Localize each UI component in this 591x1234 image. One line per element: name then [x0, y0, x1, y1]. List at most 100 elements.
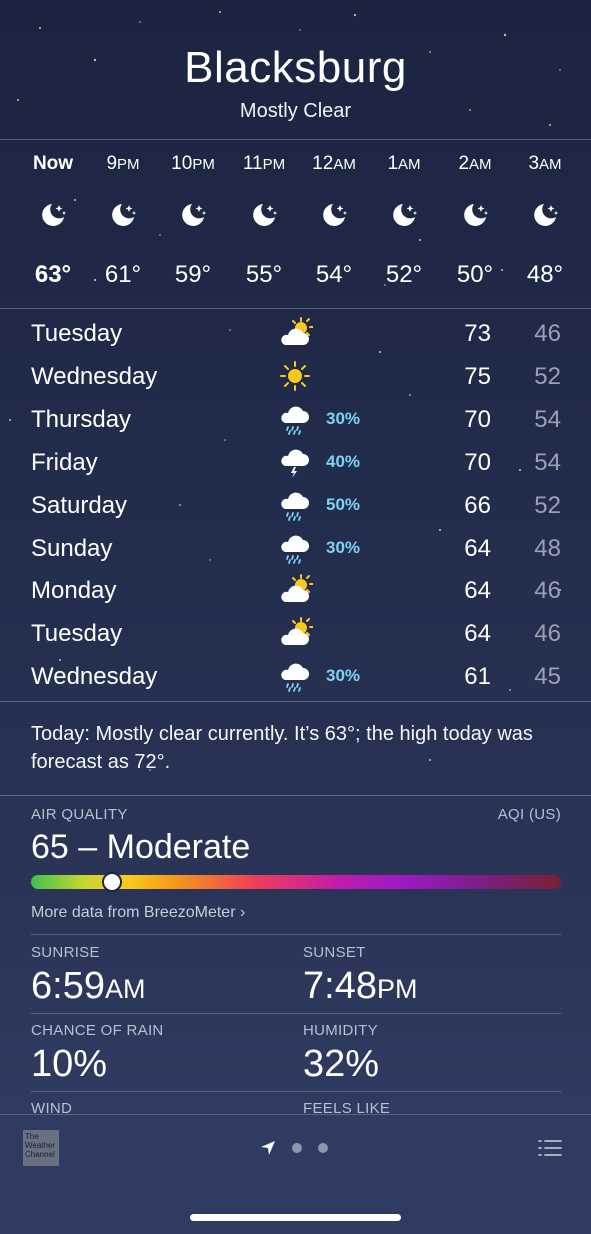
hour-label: Now — [18, 153, 88, 175]
high-temp: 75 — [464, 362, 491, 390]
divider — [0, 308, 591, 309]
page-dot — [292, 1143, 302, 1153]
hour-temp: 63° — [34, 261, 72, 288]
moon-stars-icon — [178, 200, 208, 230]
current-condition: Mostly Clear — [239, 100, 352, 122]
hour-temp: 50° — [456, 261, 494, 288]
moon-stars-icon — [249, 200, 279, 230]
daily-row: Friday 40% 70 54 — [0, 441, 591, 484]
hour-suffix: PM — [262, 156, 286, 173]
divider — [31, 934, 561, 935]
daily-row: Wednesday 30% 61 45 — [0, 655, 591, 698]
sunrise-time: 6:59 — [31, 965, 105, 1007]
high-temp: 61 — [464, 663, 491, 691]
hour-value: 1 — [387, 153, 399, 174]
day-name: Tuesday — [31, 320, 123, 347]
hour-label: 9PM — [88, 153, 158, 175]
page-indicator[interactable] — [260, 1138, 340, 1158]
precip-chance: 40% — [326, 451, 361, 471]
hourly-forecast[interactable]: Now 63° 9PM 61° 10PM 59° 11PM 55° 12AM 54° 1AM 52° 2… — [0, 140, 591, 308]
air-quality-value: 65 – Moderate — [31, 828, 251, 866]
low-temp: 52 — [534, 491, 561, 519]
daily-row: Wednesday 75 52 — [0, 355, 591, 398]
hour-value: 9 — [106, 153, 118, 174]
sun-icon — [277, 358, 313, 394]
hour-label: 11PM — [229, 153, 299, 175]
divider — [31, 1013, 561, 1014]
divider — [31, 1091, 561, 1092]
aqi-scale-label: AQI (US) — [497, 806, 561, 823]
today-summary: Today: Mostly clear currently. It’s 63°;… — [31, 723, 533, 773]
day-name: Friday — [31, 448, 98, 476]
daily-row: Saturday 50% 66 52 — [0, 484, 591, 527]
low-temp: 54 — [534, 448, 561, 476]
low-temp: 46 — [534, 620, 561, 648]
hour-value: Now — [32, 153, 74, 174]
moon-stars-icon — [460, 200, 490, 230]
hour-suffix: PM — [192, 156, 215, 173]
day-name: Thursday — [31, 405, 132, 433]
hour-value: 12 — [312, 153, 334, 174]
low-temp: 54 — [534, 405, 561, 433]
divider — [0, 795, 591, 796]
air-quality-section: AIR QUALITY AQI (US) 65 – Moderate More … — [31, 806, 561, 921]
day-name: Saturday — [31, 491, 128, 519]
hour-temp: 55° — [245, 261, 283, 288]
sunrise-detail: SUNRISE 6:59AM — [31, 944, 291, 1008]
hour-label: 12AM — [299, 153, 369, 175]
breezometer-link[interactable]: More data from BreezoMeter › — [31, 904, 245, 922]
precip-chance: 30% — [326, 537, 361, 557]
low-temp: 46 — [534, 577, 561, 605]
high-temp: 64 — [464, 620, 491, 648]
high-temp: 70 — [464, 448, 491, 476]
hour-suffix: AM — [469, 156, 492, 173]
sunset-label: SUNSET — [303, 944, 366, 961]
moon-stars-icon — [530, 200, 560, 230]
day-name: Monday — [31, 577, 117, 605]
partly-sunny-icon — [277, 315, 314, 351]
day-name: Wednesday — [31, 663, 158, 691]
moon-stars-icon — [108, 200, 138, 230]
chance-of-rain-label: CHANCE OF RAIN — [31, 1022, 164, 1039]
day-name: Sunday — [31, 534, 113, 562]
hour-temp: 59° — [174, 261, 212, 288]
high-temp: 73 — [464, 320, 491, 347]
home-indicator[interactable] — [190, 1214, 401, 1221]
high-temp: 70 — [464, 405, 491, 433]
sunrise-label: SUNRISE — [31, 944, 100, 961]
hour-suffix: PM — [117, 156, 140, 173]
moon-stars-icon — [319, 200, 349, 230]
hour-label: 1AM — [369, 153, 439, 175]
list-icon[interactable] — [537, 1138, 563, 1158]
hour-temp: 48° — [526, 261, 564, 288]
hour-label: 3AM — [510, 153, 580, 175]
chevron-right-icon: › — [239, 904, 246, 921]
hour-temp: 61° — [104, 261, 142, 288]
humidity-value: 32% — [303, 1043, 380, 1085]
day-name: Tuesday — [31, 620, 123, 648]
humidity-detail: HUMIDITY 32% — [303, 1022, 563, 1086]
daily-row: Tuesday 64 46 — [0, 612, 591, 655]
sunset-suffix: PM — [376, 974, 418, 1004]
air-quality-label: AIR QUALITY — [31, 806, 128, 823]
high-temp: 64 — [464, 577, 491, 605]
high-temp: 66 — [464, 491, 491, 519]
sunrise-suffix: AM — [104, 974, 146, 1004]
hour-suffix: AM — [333, 156, 356, 173]
daily-row: Tuesday 73 46 — [0, 312, 591, 355]
aqi-indicator — [102, 872, 122, 892]
hour-value: 10 — [171, 153, 193, 174]
hour-temp: 52° — [385, 261, 423, 288]
precip-chance: 50% — [326, 494, 361, 514]
hour-label: 10PM — [158, 153, 228, 175]
weather-channel-logo[interactable]: The Weather Channel — [23, 1130, 59, 1166]
low-temp: 45 — [534, 663, 561, 691]
day-name: Wednesday — [31, 362, 158, 390]
high-temp: 64 — [464, 534, 491, 562]
sunset-time: 7:48 — [303, 965, 377, 1007]
low-temp: 46 — [534, 320, 561, 347]
hour-value: 2 — [458, 153, 470, 174]
precip-chance: 30% — [326, 408, 361, 428]
humidity-label: HUMIDITY — [303, 1022, 378, 1039]
rain-cloud-icon — [277, 487, 313, 523]
